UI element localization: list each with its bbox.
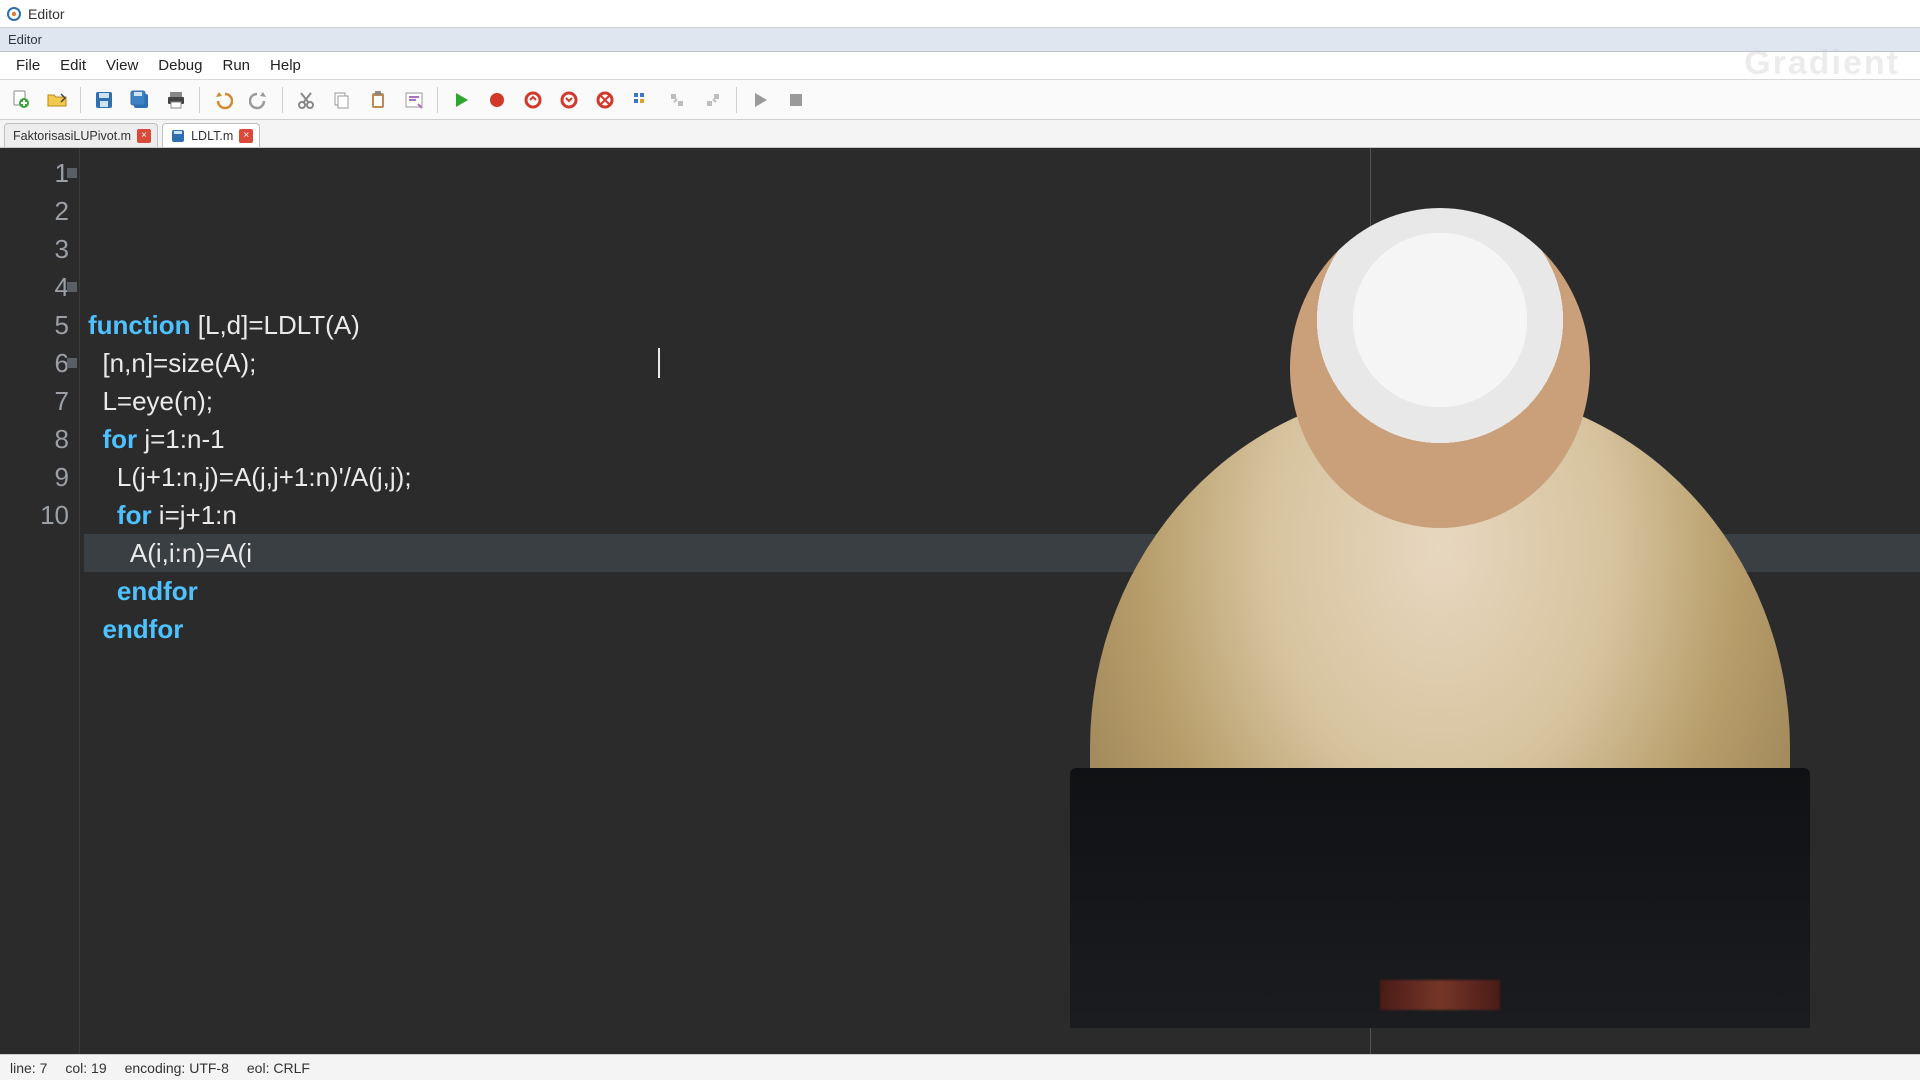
find-replace-button[interactable] xyxy=(397,83,431,117)
app-icon xyxy=(6,6,22,22)
breakpoint-button[interactable] xyxy=(480,83,514,117)
editor-subbar: Editor xyxy=(0,28,1920,52)
code-line[interactable]: L(j+1:n,j)=A(j,j+1:n)'/A(j,j); xyxy=(84,458,1920,496)
toggle-breakpoint-button[interactable] xyxy=(624,83,658,117)
prev-bp-button[interactable] xyxy=(660,83,694,117)
line-number: 5 xyxy=(0,306,69,344)
new-file-button[interactable] xyxy=(4,83,38,117)
undo-button[interactable] xyxy=(206,83,240,117)
code-line[interactable] xyxy=(84,648,1920,686)
menu-file[interactable]: File xyxy=(6,53,50,78)
code-line[interactable]: [n,n]=size(A); xyxy=(84,344,1920,382)
tab-label: LDLT.m xyxy=(191,129,233,143)
save-button[interactable] xyxy=(87,83,121,117)
line-number: 3 xyxy=(0,230,69,268)
line-number: 9 xyxy=(0,458,69,496)
fold-marker[interactable] xyxy=(67,358,77,368)
save-all-button[interactable] xyxy=(123,83,157,117)
status-encoding: encoding: UTF-8 xyxy=(125,1060,229,1076)
text-cursor xyxy=(658,348,660,378)
fold-marker[interactable] xyxy=(67,282,77,292)
line-number: 8 xyxy=(0,420,69,458)
editor-subtitle: Editor xyxy=(8,32,42,47)
window-title: Editor xyxy=(28,6,65,22)
code-line[interactable]: endfor xyxy=(84,610,1920,648)
line-number: 1 xyxy=(0,154,69,192)
menubar: FileEditViewDebugRunHelp xyxy=(0,52,1920,80)
status-line: line: 7 xyxy=(10,1060,47,1076)
step-in-button[interactable] xyxy=(552,83,586,117)
continue-button[interactable] xyxy=(743,83,777,117)
menu-edit[interactable]: Edit xyxy=(50,53,96,78)
stop-debug-button[interactable] xyxy=(588,83,622,117)
code-line[interactable]: for i=j+1:n xyxy=(84,496,1920,534)
toolbar-separator xyxy=(199,87,200,113)
stop-button[interactable] xyxy=(779,83,813,117)
toolbar-separator xyxy=(437,87,438,113)
next-bp-button[interactable] xyxy=(696,83,730,117)
line-number: 2 xyxy=(0,192,69,230)
open-file-button[interactable] xyxy=(40,83,74,117)
tab-strip: FaktorisasiLUPivot.m × LDLT.m × xyxy=(0,120,1920,148)
menu-debug[interactable]: Debug xyxy=(148,53,212,78)
code-line[interactable]: for j=1:n-1 xyxy=(84,420,1920,458)
fold-marker[interactable] xyxy=(67,168,77,178)
toolbar-separator xyxy=(282,87,283,113)
tab-close-button[interactable]: × xyxy=(137,129,151,143)
file-tab[interactable]: FaktorisasiLUPivot.m × xyxy=(4,123,158,147)
print-button[interactable] xyxy=(159,83,193,117)
toolbar-separator xyxy=(80,87,81,113)
toolbar-separator xyxy=(736,87,737,113)
code-area[interactable]: function [L,d]=LDLT(A) [n,n]=size(A); L=… xyxy=(80,148,1920,1054)
menu-run[interactable]: Run xyxy=(212,53,260,78)
paste-button[interactable] xyxy=(361,83,395,117)
status-bar: line: 7 col: 19 encoding: UTF-8 eol: CRL… xyxy=(0,1054,1920,1080)
tab-close-button[interactable]: × xyxy=(239,129,253,143)
code-line[interactable]: function [L,d]=LDLT(A) xyxy=(84,306,1920,344)
run-button[interactable] xyxy=(444,83,478,117)
status-eol: eol: CRLF xyxy=(247,1060,310,1076)
line-number: 4 xyxy=(0,268,69,306)
menu-help[interactable]: Help xyxy=(260,53,311,78)
code-line[interactable]: endfor xyxy=(84,572,1920,610)
copy-button[interactable] xyxy=(325,83,359,117)
cut-button[interactable] xyxy=(289,83,323,117)
status-col: col: 19 xyxy=(65,1060,106,1076)
redo-button[interactable] xyxy=(242,83,276,117)
save-icon xyxy=(171,129,185,143)
line-gutter: 12345678910 xyxy=(0,148,80,1054)
print-margin-ruler xyxy=(1370,148,1371,1054)
line-number: 7 xyxy=(0,382,69,420)
tab-label: FaktorisasiLUPivot.m xyxy=(13,129,131,143)
file-tab[interactable]: LDLT.m × xyxy=(162,123,260,147)
menu-view[interactable]: View xyxy=(96,53,148,78)
window-titlebar: Editor xyxy=(0,0,1920,28)
toolbar xyxy=(0,80,1920,120)
line-number: 6 xyxy=(0,344,69,382)
code-line[interactable]: A(i,i:n)=A(i xyxy=(84,534,1920,572)
code-line[interactable]: L=eye(n); xyxy=(84,382,1920,420)
code-editor[interactable]: 12345678910 function [L,d]=LDLT(A) [n,n]… xyxy=(0,148,1920,1054)
step-over-button[interactable] xyxy=(516,83,550,117)
line-number: 10 xyxy=(0,496,69,534)
